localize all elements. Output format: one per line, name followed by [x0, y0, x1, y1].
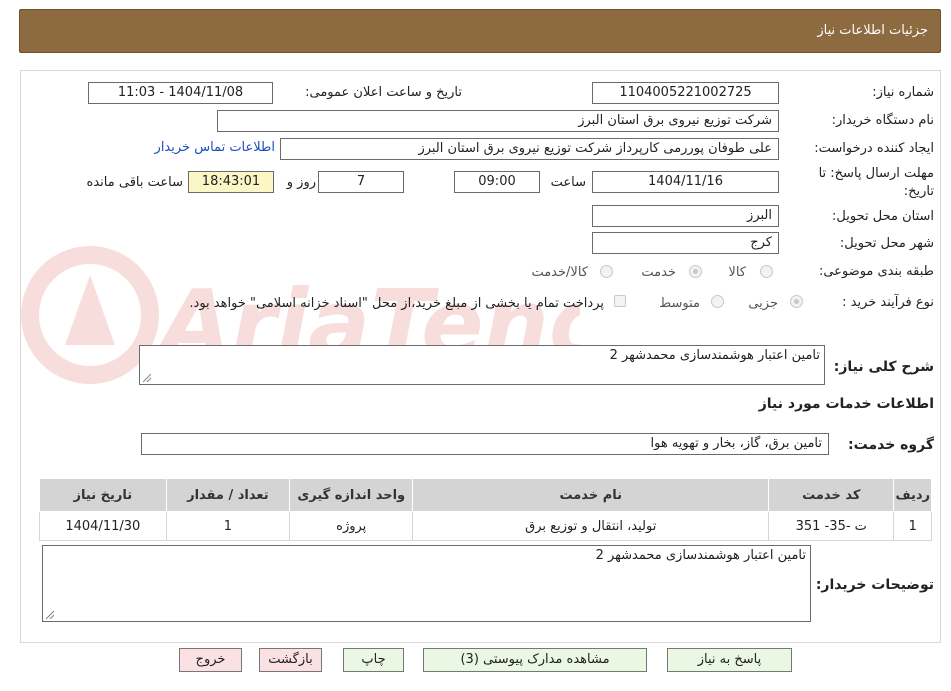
purchase-type-label: نوع فرآیند خرید :	[842, 295, 934, 310]
category-option-both: کالا/خدمت	[531, 265, 588, 280]
deadline-date-field: 1404/11/16	[592, 171, 779, 193]
requester-field: علی طوفان پوررمی کارپرداز شرکت توزیع نیر…	[280, 138, 779, 160]
cell-service-name: تولید، انتقال و توزیع برق	[412, 511, 770, 541]
col-quantity: تعداد / مقدار	[165, 478, 291, 512]
requester-label: ایجاد کننده درخواست:	[814, 141, 934, 156]
deadline-label-line2: تاریخ:	[903, 184, 934, 199]
cell-service-code: ت -35- 351	[768, 511, 895, 541]
print-button[interactable]: چاپ	[343, 648, 404, 672]
table-header-row: ردیف کد خدمت نام خدمت واحد اندازه گیری ت…	[39, 478, 932, 512]
deadline-label: مهلت ارسال پاسخ: تا	[818, 166, 934, 181]
category-label: طبقه بندی موضوعی:	[818, 264, 934, 279]
announce-datetime-label: تاریخ و ساعت اعلان عمومی:	[305, 85, 462, 100]
category-radio-goods[interactable]	[760, 265, 773, 278]
category-radio-service[interactable]	[689, 265, 702, 278]
service-group-field: تامین برق، گاز، بخار و تهویه هوا	[141, 433, 829, 455]
table-row: 1 ت -35- 351 تولید، انتقال و توزیع برق پ…	[39, 511, 932, 541]
services-table: ردیف کد خدمت نام خدمت واحد اندازه گیری ت…	[39, 478, 932, 541]
buyer-notes-text: تامین اعتبار هوشمندسازی محمدشهر 2	[595, 548, 806, 563]
col-service-code: کد خدمت	[768, 478, 895, 512]
buyer-contact-link[interactable]: اطلاعات تماس خریدار	[155, 140, 275, 155]
buyer-org-field: شرکت توزیع نیروی برق استان البرز	[217, 110, 779, 132]
deadline-time-field: 09:00	[454, 171, 540, 193]
reply-button[interactable]: پاسخ به نیاز	[667, 648, 792, 672]
purchase-radio-minor[interactable]	[790, 295, 803, 308]
description-label: شرح کلی نیاز:	[833, 359, 934, 375]
buyer-notes-label: توضیحات خریدار:	[815, 577, 934, 593]
view-attachments-button[interactable]: مشاهده مدارک پیوستی (3)	[423, 648, 647, 672]
resize-grip-icon[interactable]	[46, 611, 54, 619]
buyer-org-label: نام دستگاه خریدار:	[831, 113, 934, 128]
description-text: تامین اعتبار هوشمندسازی محمدشهر 2	[609, 348, 820, 363]
province-label: استان محل تحویل:	[832, 209, 934, 224]
purchase-option-medium: متوسط	[659, 296, 700, 311]
back-button[interactable]: بازگشت	[259, 648, 322, 672]
remaining-days-label: روز و	[286, 175, 316, 190]
cell-need-date: 1404/11/30	[39, 511, 167, 541]
services-section-title: اطلاعات خدمات مورد نیاز	[758, 396, 934, 412]
province-field: البرز	[592, 205, 779, 227]
remaining-days-field: 7	[318, 171, 404, 193]
purchase-option-minor: جزیی	[748, 296, 778, 311]
cell-quantity: 1	[165, 511, 291, 541]
description-textarea: تامین اعتبار هوشمندسازی محمدشهر 2	[139, 345, 825, 385]
cell-row-number: 1	[893, 511, 932, 541]
page-header: جزئیات اطلاعات نیاز	[19, 9, 941, 53]
category-option-goods: کالا	[728, 265, 746, 280]
category-option-service: خدمت	[641, 265, 676, 280]
purchase-radio-medium[interactable]	[711, 295, 724, 308]
buyer-notes-textarea: تامین اعتبار هوشمندسازی محمدشهر 2	[42, 545, 811, 622]
treasury-checkbox[interactable]	[614, 295, 626, 307]
col-need-date: تاریخ نیاز	[39, 478, 167, 512]
deadline-time-label: ساعت	[550, 175, 586, 190]
need-number-field: 1104005221002725	[592, 82, 779, 104]
remaining-time-field: 18:43:01	[188, 171, 274, 193]
resize-grip-icon[interactable]	[143, 374, 151, 382]
category-radio-both[interactable]	[600, 265, 613, 278]
city-field: کرج	[592, 232, 779, 254]
treasury-note: پرداخت تمام یا بخشی از مبلغ خرید،از محل …	[189, 296, 604, 311]
col-row-number: ردیف	[893, 478, 932, 512]
remaining-time-label: ساعت باقی مانده	[86, 175, 183, 190]
service-group-label: گروه خدمت:	[848, 437, 934, 453]
col-service-name: نام خدمت	[412, 478, 770, 512]
page-title: جزئیات اطلاعات نیاز	[817, 23, 928, 38]
exit-button[interactable]: خروج	[179, 648, 242, 672]
city-label: شهر محل تحویل:	[839, 236, 934, 251]
cell-unit: پروژه	[289, 511, 414, 541]
announce-datetime-field: 1404/11/08 - 11:03	[88, 82, 273, 104]
need-number-label: شماره نیاز:	[872, 85, 934, 100]
col-unit: واحد اندازه گیری	[289, 478, 414, 512]
